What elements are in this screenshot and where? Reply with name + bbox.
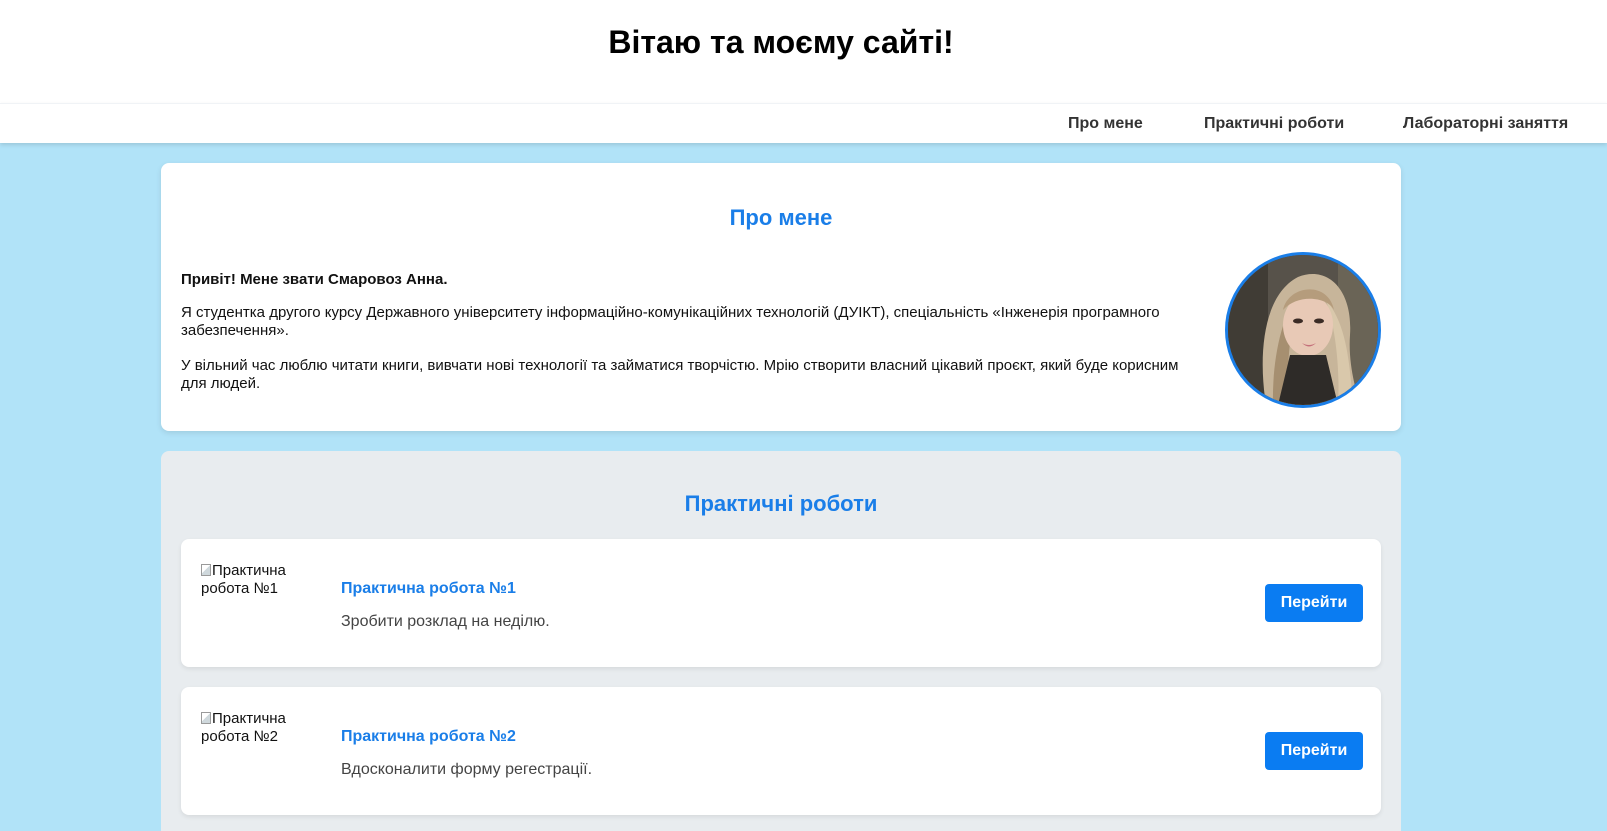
- work-description: Вдосконалити форму регестрації.: [341, 761, 593, 778]
- site-header: Вітаю та моєму сайті!: [0, 0, 1607, 103]
- about-greeting: Привіт! Мене звати Смаровоз Анна.: [181, 271, 448, 288]
- nav-link-labs[interactable]: Лабораторні заняття: [1403, 115, 1568, 133]
- work-image-broken: Практична робота №2: [201, 710, 321, 746]
- work-image-broken: Практична робота №1: [201, 562, 321, 598]
- works-title: Практичні роботи: [684, 491, 878, 516]
- about-section: Про мене Привіт! Мене звати Смаровоз Анн…: [161, 163, 1401, 431]
- about-paragraph-2: У вільний час люблю читати книги, вивчат…: [181, 357, 1179, 392]
- work-title: Практична робота №1: [341, 580, 516, 597]
- avatar-photo: [1228, 255, 1378, 405]
- broken-image-icon: [201, 564, 211, 576]
- work-image-alt-text: Практична робота №2: [201, 710, 286, 745]
- go-button[interactable]: Перейти: [1265, 584, 1363, 622]
- nav-link-practical-works[interactable]: Практичні роботи: [1204, 115, 1344, 133]
- about-paragraph-1: Я студентка другого курсу Державного уні…: [181, 304, 1160, 339]
- practical-works-section: Практичні роботи Практична робота №1 Пра…: [161, 451, 1401, 831]
- site-title: Вітаю та моєму сайті!: [608, 24, 954, 60]
- about-title: Про мене: [729, 205, 833, 230]
- go-button[interactable]: Перейти: [1265, 732, 1363, 770]
- broken-image-icon: [201, 712, 211, 724]
- nav-link-about[interactable]: Про мене: [1068, 115, 1143, 133]
- work-item: Практична робота №1 Практична робота №1 …: [181, 539, 1381, 667]
- nav-bar: Про мене Практичні роботи Лабораторні за…: [0, 103, 1607, 143]
- avatar: [1225, 252, 1381, 408]
- work-title: Практична робота №2: [341, 728, 516, 745]
- work-image-alt-text: Практична робота №1: [201, 562, 286, 597]
- work-item: Практична робота №2 Практична робота №2 …: [181, 687, 1381, 815]
- work-description: Зробити розклад на неділю.: [341, 613, 550, 630]
